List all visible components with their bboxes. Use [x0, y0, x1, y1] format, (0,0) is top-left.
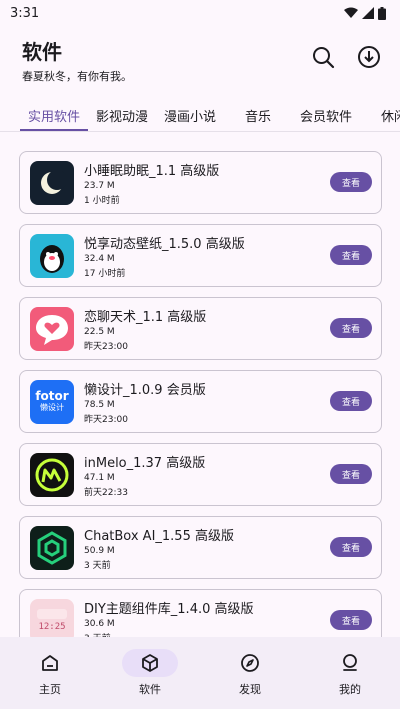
- wifi-icon: [344, 7, 358, 18]
- nav-item-discover[interactable]: 发现: [200, 637, 300, 709]
- view-button[interactable]: 查看: [330, 464, 372, 484]
- view-button[interactable]: 查看: [330, 610, 372, 630]
- tab-music[interactable]: 音乐: [224, 98, 292, 131]
- app-card[interactable]: 悦享动态壁纸_1.5.0 高级版 32.4 M 17 小时前 查看: [19, 224, 382, 287]
- battery-icon: [378, 6, 386, 20]
- app-card[interactable]: fotor 懒设计 懒设计_1.0.9 会员版 78.5 M 昨天23:00 查…: [19, 370, 382, 433]
- app-card[interactable]: inMelo_1.37 高级版 47.1 M 前天22:33 查看: [19, 443, 382, 506]
- app-name: 懒设计_1.0.9 会员版: [84, 382, 206, 398]
- tab-leisure[interactable]: 休闲: [360, 98, 400, 131]
- widget-strip: [37, 609, 67, 619]
- app-name: DIY主题组件库_1.4.0 高级版: [84, 601, 254, 617]
- compass-icon: [241, 654, 259, 672]
- moon-sleep-icon: [30, 160, 74, 205]
- chat-heart-icon: [30, 306, 74, 351]
- app-time: 1 小时前: [84, 195, 120, 206]
- nav-label: 主页: [39, 683, 61, 696]
- nav-item-software[interactable]: 软件: [100, 637, 200, 709]
- page-header: 软件 春夏秋冬，有你有我。: [22, 36, 382, 86]
- app-size: 22.5 M: [84, 326, 115, 337]
- inmelo-icon: [30, 452, 74, 497]
- nav-icon-container: [22, 649, 78, 677]
- widget-clock-text: 12:25: [38, 622, 66, 632]
- nav-label: 软件: [139, 683, 161, 696]
- app-size: 78.5 M: [84, 399, 115, 410]
- app-time: 昨天23:00: [84, 341, 128, 352]
- app-card[interactable]: 恋聊天术_1.1 高级版 22.5 M 昨天23:00 查看: [19, 297, 382, 360]
- app-time: 17 小时前: [84, 268, 126, 279]
- download-icon: [358, 46, 380, 68]
- nav-label: 发现: [239, 683, 261, 696]
- tab-comics-novels[interactable]: 漫画小说: [156, 98, 224, 131]
- chatbox-icon: [30, 525, 74, 570]
- signal-icon: [362, 7, 374, 19]
- view-button[interactable]: 查看: [330, 172, 372, 192]
- nav-icon-container: [122, 649, 178, 677]
- bottom-nav: 主页 软件 发现 我的: [0, 637, 400, 709]
- app-size: 32.4 M: [84, 253, 115, 264]
- app-name: inMelo_1.37 高级版: [84, 455, 206, 471]
- app-time: 前天22:33: [84, 487, 128, 498]
- home-icon: [42, 655, 58, 671]
- app-name: ChatBox AI_1.55 高级版: [84, 528, 234, 544]
- status-bar: 3:31: [0, 0, 400, 26]
- nav-label: 我的: [339, 683, 361, 696]
- nav-icon-container: [222, 649, 278, 677]
- app-name: 小睡眠助眠_1.1 高级版: [84, 163, 220, 179]
- download-button[interactable]: [356, 44, 382, 70]
- nav-item-profile[interactable]: 我的: [300, 637, 400, 709]
- app-list: 小睡眠助眠_1.1 高级版 23.7 M 1 小时前 查看 悦享动态壁纸_1.5…: [19, 151, 382, 662]
- widget-clock-icon: 12:25: [30, 598, 74, 643]
- nav-item-home[interactable]: 主页: [0, 637, 100, 709]
- profile-icon: [343, 654, 357, 671]
- app-size: 50.9 M: [84, 545, 115, 556]
- app-size: 30.6 M: [84, 618, 115, 629]
- nav-icon-container: [322, 649, 378, 677]
- app-size: 23.7 M: [84, 180, 115, 191]
- app-size: 47.1 M: [84, 472, 115, 483]
- status-time: 3:31: [10, 5, 40, 21]
- search-button[interactable]: [310, 44, 336, 70]
- category-tabs: 实用软件 影视动漫 漫画小说 音乐 会员软件 休闲: [0, 98, 400, 132]
- penguin-icon: [30, 233, 74, 278]
- search-icon: [313, 47, 335, 69]
- view-button[interactable]: 查看: [330, 318, 372, 338]
- page-subtitle: 春夏秋冬，有你有我。: [22, 70, 132, 83]
- app-card[interactable]: ChatBox AI_1.55 高级版 50.9 M 3 天前 查看: [19, 516, 382, 579]
- view-button[interactable]: 查看: [330, 537, 372, 557]
- view-button[interactable]: 查看: [330, 245, 372, 265]
- view-button[interactable]: 查看: [330, 391, 372, 411]
- header-actions: [310, 44, 382, 70]
- tab-movies-anime[interactable]: 影视动漫: [88, 98, 156, 131]
- app-name: 恋聊天术_1.1 高级版: [84, 309, 207, 325]
- app-time: 昨天23:00: [84, 414, 128, 425]
- cube-icon: [142, 654, 158, 672]
- fotor-logo-subtext: 懒设计: [40, 403, 64, 412]
- tab-utility[interactable]: 实用软件: [20, 98, 88, 131]
- fotor-logo-text: fotor: [35, 389, 69, 403]
- app-time: 3 天前: [84, 560, 111, 571]
- fotor-icon: fotor 懒设计: [30, 379, 74, 424]
- tab-vip-apps[interactable]: 会员软件: [292, 98, 360, 131]
- app-card[interactable]: 小睡眠助眠_1.1 高级版 23.7 M 1 小时前 查看: [19, 151, 382, 214]
- status-icons: [344, 6, 386, 20]
- app-name: 悦享动态壁纸_1.5.0 高级版: [84, 236, 245, 252]
